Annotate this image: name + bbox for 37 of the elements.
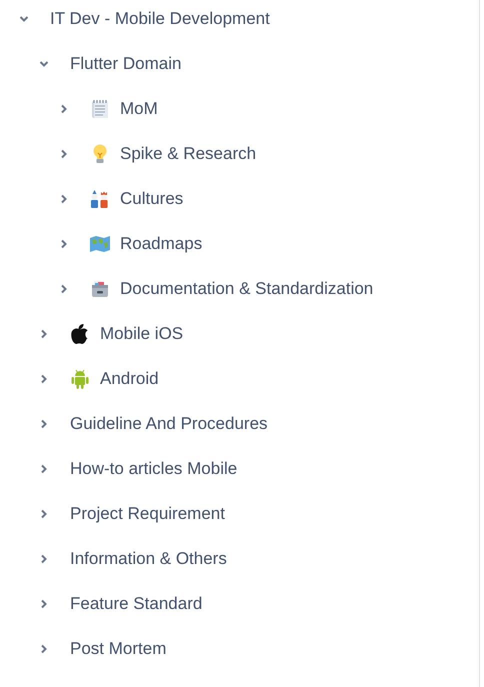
file-cabinet-icon <box>91 280 109 298</box>
chevron-right-icon <box>60 104 68 114</box>
chevron-right-icon <box>40 644 48 654</box>
chevron-down-icon <box>19 14 29 22</box>
page-link[interactable]: How-to articles Mobile <box>70 456 238 482</box>
page-link[interactable]: Post Mortem <box>70 636 166 662</box>
page-link[interactable]: Spike & Research <box>120 140 256 166</box>
chevron-right-icon <box>40 374 48 384</box>
lightbulb-icon <box>92 144 108 164</box>
page-link[interactable]: Cultures <box>120 186 184 212</box>
chevron-right-icon <box>40 554 48 564</box>
page-link[interactable]: Android <box>100 366 159 392</box>
chevron-right-icon <box>40 328 48 338</box>
page-link[interactable]: Project Requirement <box>70 500 225 526</box>
page-link[interactable]: MoM <box>120 96 158 122</box>
chevron-right-icon <box>60 148 68 158</box>
dolls-icon <box>90 188 110 208</box>
page-link[interactable]: Flutter Domain <box>70 50 182 76</box>
chevron-right-icon <box>60 194 68 204</box>
android-icon <box>70 368 90 388</box>
chevron-right-icon <box>60 284 68 294</box>
chevron-right-icon <box>40 598 48 608</box>
notepad-icon <box>91 98 109 118</box>
page-link[interactable]: Mobile iOS <box>100 320 184 346</box>
page-link[interactable]: Information & Others <box>70 546 227 572</box>
world-map-icon <box>90 236 110 252</box>
page-link[interactable]: IT Dev - Mobile Development <box>50 6 270 32</box>
apple-icon <box>71 324 89 344</box>
chevron-right-icon <box>40 464 48 474</box>
page-link[interactable]: Roadmaps <box>120 230 202 256</box>
chevron-down-icon <box>39 60 49 68</box>
chevron-right-icon <box>60 238 68 248</box>
chevron-right-icon <box>40 418 48 428</box>
page-link[interactable]: Feature Standard <box>70 590 202 616</box>
page-link[interactable]: Documentation & Standardization <box>120 276 374 302</box>
chevron-right-icon <box>40 508 48 518</box>
page-link[interactable]: Guideline And Procedures <box>70 410 268 436</box>
